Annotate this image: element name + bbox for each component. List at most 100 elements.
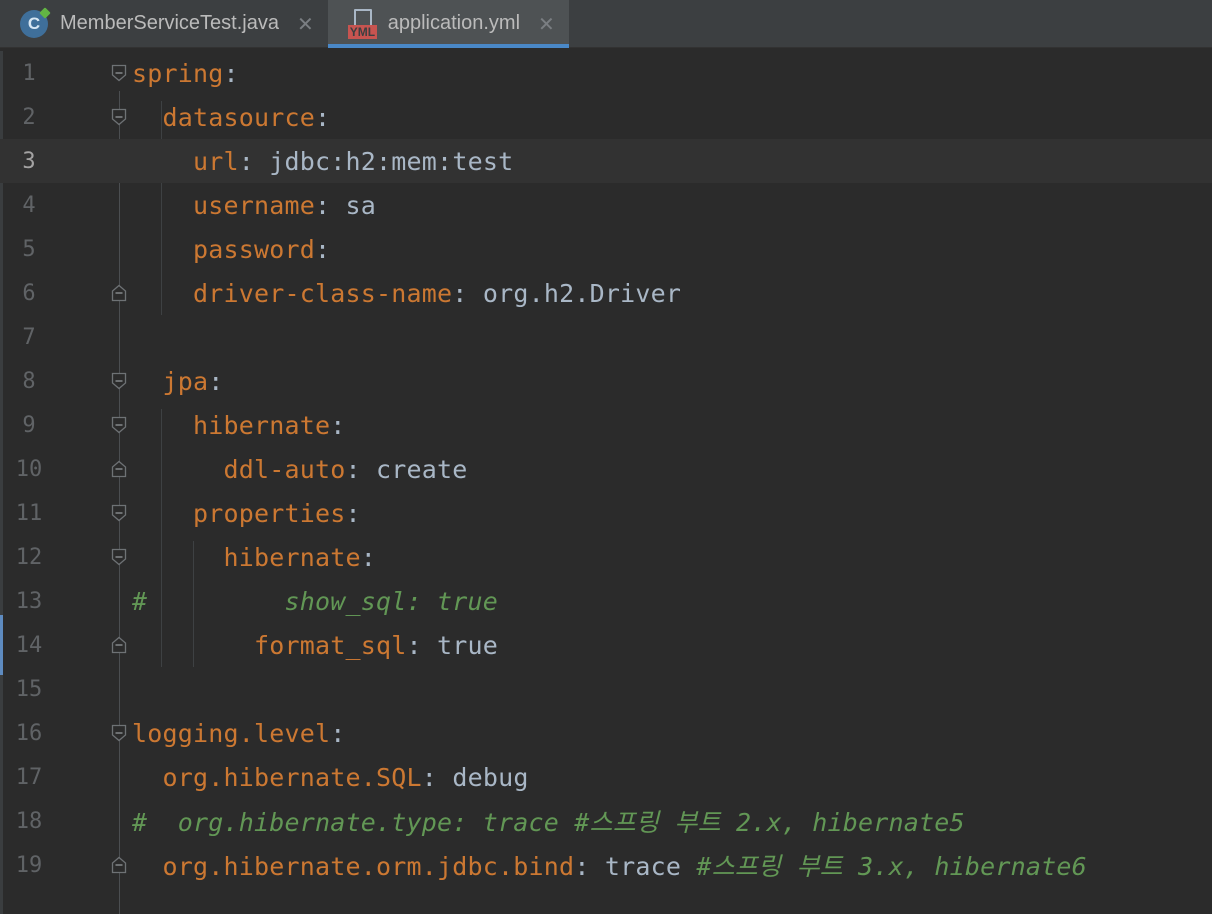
yaml-colon: : [421,762,438,792]
code-line[interactable]: 13 # show_sql: true [0,579,1212,623]
yaml-colon: : [208,366,224,396]
code-text: # show_sql: true [132,587,498,616]
line-number: 8 [22,368,36,394]
fold-open-icon[interactable] [111,724,127,742]
close-icon[interactable]: ✕ [538,12,555,36]
code-text: url: jdbc:h2:mem:test [132,147,513,176]
code-line[interactable]: 18 # org.hibernate.type: trace #스프링 부트 2.… [0,799,1212,843]
code-line[interactable]: 1 spring: [0,51,1212,95]
code-line[interactable]: 10 ddl-auto: create [0,447,1212,491]
yaml-key: org.hibernate.SQL [162,762,422,792]
yaml-comment: # show_sql: true [132,586,499,616]
line-number: 5 [22,236,36,262]
yaml-colon: : [315,102,331,132]
yaml-colon: : [330,718,346,748]
code-text: logging.level: [132,719,346,748]
code-text: properties: [132,499,361,528]
code-line[interactable]: 16 logging.level: [0,711,1212,755]
line-number: 18 [15,808,43,834]
code-editor[interactable]: 1 spring: 2 datasource: 3 url: jdbc:h2:mem:… [0,51,1212,914]
code-line[interactable]: 19 org.hibernate.orm.jdbc.bind: trace #스… [0,843,1212,887]
code-text: org.hibernate.orm.jdbc.bind: trace #스프링 … [132,847,1087,883]
code-line[interactable]: 8 jpa: [0,359,1212,403]
yaml-key: org.hibernate.orm.jdbc.bind [162,852,575,881]
code-text: hibernate: [132,543,376,572]
yaml-colon: : [452,278,468,308]
yaml-key: password [193,234,316,264]
line-number: 1 [22,60,36,86]
yaml-colon: : [345,498,361,528]
yaml-value: sa [330,190,377,220]
yaml-key: driver-class-name [193,278,453,308]
code-text: jpa: [132,367,224,396]
fold-open-icon[interactable] [111,416,127,434]
yaml-colon: : [223,58,239,88]
yaml-value: debug [437,762,529,792]
fold-open-icon[interactable] [111,108,127,126]
yaml-colon: : [406,630,422,660]
yaml-key: format_sql [254,630,407,660]
yaml-colon: : [330,410,346,440]
yaml-colon: : [315,234,331,264]
yaml-file-icon: YML [347,8,380,39]
line-number: 9 [22,412,36,438]
line-number: 10 [15,456,43,482]
yaml-value: create [360,454,468,484]
line-number: 2 [22,104,36,130]
code-text: hibernate: [132,411,346,440]
code-line[interactable]: 14 format_sql: true [0,623,1212,667]
line-number: 7 [22,324,36,350]
line-number: 14 [15,632,43,658]
close-icon[interactable]: ✕ [297,12,314,36]
yaml-comment: # org.hibernate.type: trace #스프링 부트 2.x,… [132,808,965,837]
line-number: 15 [15,676,43,702]
yaml-value: trace [589,852,697,881]
code-line[interactable]: 15 [0,667,1212,711]
code-text: username: sa [132,191,376,220]
java-class-icon: C [20,9,48,38]
code-text: password: [132,235,330,264]
yaml-key: url [193,146,239,176]
code-line[interactable]: 2 datasource: [0,95,1212,139]
line-number: 13 [15,588,43,614]
line-number: 17 [15,764,43,790]
yaml-value: jdbc:h2:mem:test [254,146,514,176]
line-number: 19 [15,852,43,878]
code-text: org.hibernate.SQL: debug [132,763,529,792]
code-line[interactable]: 17 org.hibernate.SQL: debug [0,755,1212,799]
yaml-colon: : [345,454,361,484]
yaml-key: properties [193,498,346,528]
fold-open-icon[interactable] [111,504,127,522]
line-number: 11 [15,500,43,526]
code-line[interactable]: 11 properties: [0,491,1212,535]
fold-open-icon[interactable] [111,64,127,82]
yaml-colon: : [315,190,331,220]
yaml-key: jpa [162,366,209,396]
yaml-key: ddl-auto [223,454,346,484]
line-number: 3 [22,148,36,174]
fold-end-icon[interactable] [111,460,127,478]
code-text: format_sql: true [132,631,498,660]
editor-tab-bar: C MemberServiceTest.java ✕ YML applicati… [0,0,1212,48]
code-text: driver-class-name: org.h2.Driver [132,279,681,308]
code-line[interactable]: 4 username: sa [0,183,1212,227]
code-line[interactable]: 3 url: jdbc:h2:mem:test [0,139,1212,183]
fold-end-icon[interactable] [111,636,127,654]
fold-end-icon[interactable] [111,856,127,874]
code-line[interactable]: 7 [0,315,1212,359]
yaml-colon: : [574,852,590,881]
fold-open-icon[interactable] [111,372,127,390]
yaml-key: logging.level [132,718,331,748]
code-line[interactable]: 9 hibernate: [0,403,1212,447]
code-line[interactable]: 12 hibernate: [0,535,1212,579]
tab-application-yml[interactable]: YML application.yml ✕ [327,0,569,48]
yaml-key: spring [132,58,224,88]
yaml-key: datasource [162,102,316,132]
code-line[interactable]: 5 password: [0,227,1212,271]
yaml-value: org.h2.Driver [467,278,682,308]
tab-member-service-test[interactable]: C MemberServiceTest.java ✕ [0,0,328,47]
fold-open-icon[interactable] [111,548,127,566]
code-line[interactable]: 6 driver-class-name: org.h2.Driver [0,271,1212,315]
fold-end-icon[interactable] [111,284,127,302]
line-number: 4 [22,192,36,218]
